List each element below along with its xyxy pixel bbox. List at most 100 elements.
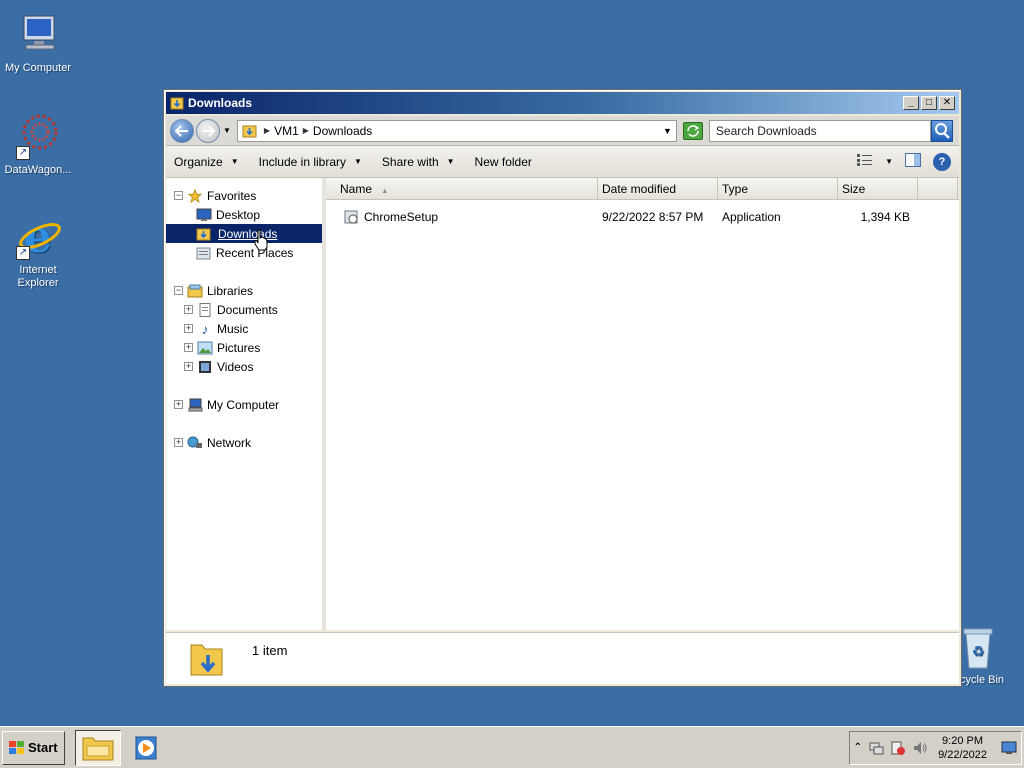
sort-ascending-icon: ▲	[381, 188, 389, 195]
breadcrumb-separator-icon[interactable]: ▶	[264, 126, 270, 135]
star-icon	[187, 188, 203, 203]
nav-item-downloads[interactable]: Downloads	[166, 224, 322, 243]
caret-down-icon: ▼	[446, 157, 455, 166]
search-button[interactable]	[930, 119, 953, 142]
navigation-pane: − Favorites Desktop Downloads Recent Pla…	[166, 178, 326, 630]
volume-icon[interactable]	[912, 740, 928, 756]
forward-button[interactable]	[196, 118, 220, 143]
details-pane: 1 item	[166, 632, 959, 684]
address-box[interactable]: ▶ VM1 ▶ Downloads ▼	[236, 119, 677, 142]
back-button[interactable]	[170, 118, 194, 143]
window-title: Downloads	[188, 96, 253, 110]
refresh-button[interactable]	[682, 121, 703, 140]
start-label: Start	[28, 740, 58, 755]
expand-icon[interactable]: +	[184, 324, 193, 333]
computer-icon	[14, 10, 62, 58]
pictures-icon	[197, 341, 213, 354]
caret-down-icon: ▼	[230, 157, 239, 166]
nav-item-libraries[interactable]: − Libraries	[166, 281, 322, 300]
datawagon-icon: ↗	[14, 112, 62, 160]
nav-item-recent-places[interactable]: Recent Places	[166, 243, 322, 262]
desktop-icon-my-computer[interactable]: My Computer	[0, 10, 76, 75]
svg-text:♻: ♻	[972, 643, 985, 659]
shortcut-arrow-icon: ↗	[16, 246, 30, 260]
nav-item-my-computer[interactable]: + My Computer	[166, 395, 322, 414]
recent-pages-dropdown-icon[interactable]: ▼	[223, 126, 231, 135]
folder-downloads-icon	[196, 228, 211, 240]
taskbar-explorer-button[interactable]	[74, 729, 121, 766]
new-folder-button[interactable]: New folder	[475, 155, 532, 169]
file-row[interactable]: ChromeSetup 9/22/2022 8:57 PM Applicatio…	[326, 206, 959, 228]
nav-item-favorites[interactable]: − Favorites	[166, 186, 322, 205]
nav-item-desktop[interactable]: Desktop	[166, 205, 322, 224]
documents-icon	[199, 302, 211, 317]
address-dropdown-icon[interactable]: ▼	[663, 126, 672, 136]
desktop-icon-datawagon[interactable]: ↗ DataWagon...	[0, 112, 76, 177]
nav-label: Videos	[217, 359, 254, 374]
expand-icon[interactable]: +	[174, 438, 183, 447]
search-icon	[934, 122, 950, 139]
change-view-icon[interactable]	[857, 154, 873, 169]
close-button[interactable]: ✕	[939, 96, 955, 110]
clock-time: 9:20 PM	[942, 734, 984, 747]
column-header-name[interactable]: Name ▲	[326, 178, 598, 200]
desktop-icon-recycle-bin[interactable]: ♻ cycle Bin	[952, 626, 1024, 687]
file-size: 1,394 KB	[860, 210, 910, 224]
expand-icon[interactable]: +	[174, 400, 183, 409]
column-label: Name	[340, 182, 373, 196]
nav-item-documents[interactable]: + Documents	[166, 300, 322, 319]
column-headers: Name ▲ Date modified Type Size	[326, 178, 959, 200]
title-bar[interactable]: Downloads _ □ ✕	[166, 92, 959, 114]
collapse-icon[interactable]: −	[174, 191, 183, 200]
file-name: ChromeSetup	[364, 210, 439, 224]
breadcrumb-downloads[interactable]: Downloads	[313, 124, 372, 138]
expand-icon[interactable]: +	[184, 343, 193, 352]
show-hidden-icons-icon[interactable]: ⌃	[854, 742, 862, 753]
forward-arrow-icon	[202, 124, 215, 137]
help-icon[interactable]: ?	[933, 152, 951, 171]
clock[interactable]: 9:20 PM 9/22/2022	[938, 734, 987, 762]
share-with-menu[interactable]: Share with ▼	[382, 155, 455, 169]
breadcrumb-vm1[interactable]: VM1	[274, 124, 299, 138]
action-center-warning-icon[interactable]	[890, 740, 906, 756]
nav-item-videos[interactable]: + Videos	[166, 357, 322, 376]
clock-date: 9/22/2022	[938, 748, 987, 761]
column-header-size[interactable]: Size	[838, 178, 918, 200]
include-in-library-menu[interactable]: Include in library ▼	[259, 155, 362, 169]
nav-label: Documents	[217, 302, 278, 317]
item-count: 1 item	[252, 643, 288, 658]
preview-pane-icon[interactable]	[905, 153, 921, 170]
network-status-icon[interactable]	[868, 740, 884, 756]
show-desktop-icon[interactable]	[1001, 740, 1017, 756]
expand-icon[interactable]: +	[184, 305, 193, 314]
organize-label: Organize	[174, 154, 223, 169]
command-bar: Organize ▼ Include in library ▼ Share wi…	[166, 146, 959, 178]
nav-label: Favorites	[207, 188, 257, 203]
organize-menu[interactable]: Organize ▼	[174, 155, 239, 169]
recycle-bin-icon: ♻	[958, 626, 998, 670]
minimize-button[interactable]: _	[903, 96, 919, 110]
breadcrumb-separator-icon[interactable]: ▶	[303, 126, 309, 135]
start-button[interactable]: Start	[2, 730, 65, 765]
search-input[interactable]: Search Downloads	[708, 119, 931, 142]
computer-icon	[188, 398, 203, 411]
nav-label: Libraries	[207, 283, 254, 298]
column-header-type[interactable]: Type	[718, 178, 838, 200]
share-with-label: Share with	[381, 154, 439, 169]
expand-icon[interactable]: +	[184, 362, 193, 371]
column-header-empty[interactable]	[918, 178, 958, 200]
nav-item-pictures[interactable]: + Pictures	[166, 338, 322, 357]
file-type: Application	[722, 210, 781, 224]
folder-downloads-icon	[190, 644, 223, 676]
desktop-icon	[196, 208, 212, 221]
column-header-date-modified[interactable]: Date modified	[598, 178, 718, 200]
taskbar-media-player-button[interactable]	[123, 730, 169, 766]
nav-item-network[interactable]: + Network	[166, 433, 322, 452]
refresh-icon	[687, 124, 700, 137]
collapse-icon[interactable]: −	[174, 286, 183, 295]
maximize-button[interactable]: □	[921, 96, 937, 110]
nav-label: Downloads	[218, 226, 278, 241]
desktop-icon-internet-explorer[interactable]: e ↗ Internet Explorer	[0, 212, 76, 290]
nav-item-music[interactable]: + ♪ Music	[166, 319, 322, 338]
view-options-dropdown-icon[interactable]: ▼	[885, 157, 893, 166]
